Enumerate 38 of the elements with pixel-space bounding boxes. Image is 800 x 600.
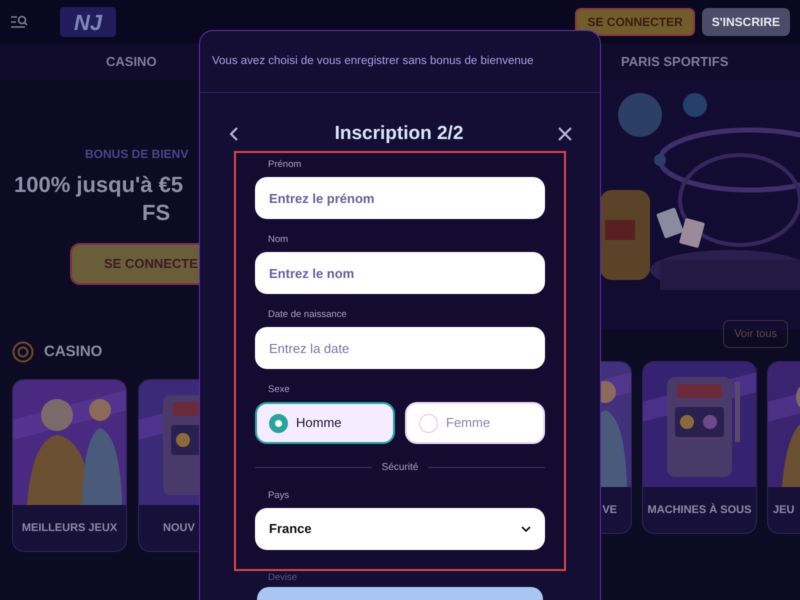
card-title: MEILLEURS JEUX [22,520,118,536]
game-card[interactable]: MACHINES À SOUS [642,361,757,534]
notice-text: Vous avez choisi de vous enregistrer sans bonus de bienvenue [212,54,534,69]
chevron-down-icon [521,526,531,532]
hero-headline: FS [142,199,172,227]
field-label: Sexe [267,383,291,397]
field-label: Date de naissance [267,308,348,322]
hero-eyebrow: BONUS DE BIENV [85,146,190,163]
menu-search-icon[interactable] [10,15,28,29]
hero-headline: 100% jusqu'à €5 [14,171,184,199]
input-field[interactable]: Entrez la date [255,327,545,369]
field-label: Devise [268,572,298,584]
game-card[interactable]: JEU [767,361,800,534]
radio-option[interactable]: Homme [255,402,395,444]
game-card[interactable]: VE [600,361,632,534]
field-label: Prénom [267,158,302,172]
input-field[interactable]: Entrez le nom [255,252,545,294]
country-select[interactable]: France [255,508,545,550]
signup-button[interactable]: S'INSCRIRE [702,8,790,36]
section-title: CASINO [44,342,102,362]
nav-tab[interactable]: CASINO [106,52,157,72]
card-title: JEU [773,502,794,518]
nav-tab[interactable]: PARIS SPORTIFS [621,52,728,72]
back-icon[interactable] [228,126,240,142]
modal-title: Inscription 2/2 [334,122,464,146]
field-label: Nom [267,233,290,247]
casino-chip-icon [12,341,34,363]
card-title: VE [602,502,617,518]
close-icon[interactable] [558,127,572,141]
radio-option[interactable]: Femme [405,402,545,444]
section-divider-label: Sécurité [382,460,418,474]
game-card[interactable]: MEILLEURS JEUX [12,379,127,552]
card-title: MACHINES À SOUS [648,502,752,518]
game-card[interactable]: NOUV [138,379,200,552]
field-label: Pays [267,489,290,503]
card-title: NOUV [163,520,195,536]
input-field[interactable]: Entrez le prénom [255,177,545,219]
logo[interactable]: NJ [60,7,116,37]
